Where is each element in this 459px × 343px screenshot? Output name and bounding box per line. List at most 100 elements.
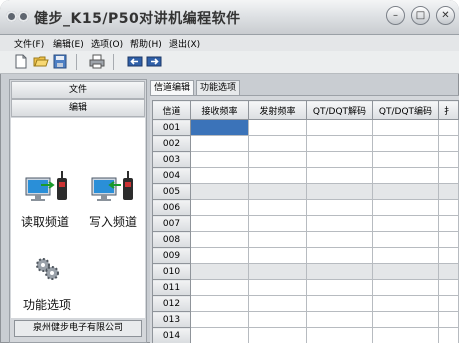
table-row[interactable]: 008 — [152, 231, 459, 248]
menu-edit[interactable]: 编辑(E) — [53, 37, 84, 50]
new-file-icon[interactable] — [13, 54, 29, 69]
grid-cell[interactable] — [372, 279, 439, 296]
open-folder-icon[interactable] — [33, 54, 49, 69]
grid-cell[interactable] — [306, 327, 373, 343]
grid-cell[interactable] — [438, 167, 459, 184]
title-bar[interactable]: 健步_K15/P50对讲机编程软件 – □ ✕ — [0, 0, 459, 35]
grid-cell[interactable] — [190, 279, 249, 296]
grid-cell[interactable] — [306, 151, 373, 168]
column-header[interactable]: 发射频率 — [248, 100, 307, 120]
channel-number[interactable]: 009 — [152, 247, 191, 264]
grid-cell[interactable] — [248, 295, 307, 312]
grid-cell[interactable] — [372, 327, 439, 343]
grid-cell[interactable] — [248, 119, 307, 136]
grid-cell[interactable] — [248, 167, 307, 184]
grid-cell[interactable] — [248, 327, 307, 343]
menu-options[interactable]: 选项(O) — [91, 37, 123, 50]
grid-cell[interactable] — [438, 119, 459, 136]
channel-number[interactable]: 001 — [152, 119, 191, 136]
table-row[interactable]: 011 — [152, 279, 459, 296]
menu-help[interactable]: 帮助(H) — [130, 37, 162, 50]
grid-cell[interactable] — [372, 231, 439, 248]
grid-cell[interactable] — [438, 279, 459, 296]
file-section-header[interactable]: 文件 — [11, 81, 145, 99]
grid-cell[interactable] — [438, 327, 459, 343]
channel-grid[interactable]: 信道 接收频率 发射频率 QT/DQT解码 QT/DQT编码扌 001 002 003 004… — [152, 100, 459, 343]
grid-cell[interactable] — [372, 119, 439, 136]
grid-cell[interactable] — [248, 311, 307, 328]
channel-number[interactable]: 002 — [152, 135, 191, 152]
grid-cell[interactable] — [190, 311, 249, 328]
grid-cell[interactable] — [306, 295, 373, 312]
grid-cell[interactable] — [306, 119, 373, 136]
print-icon[interactable] — [89, 54, 105, 69]
table-row[interactable]: 009 — [152, 247, 459, 264]
table-row[interactable]: 012 — [152, 295, 459, 312]
channel-number[interactable]: 013 — [152, 311, 191, 328]
grid-cell[interactable] — [248, 231, 307, 248]
grid-cell[interactable] — [190, 263, 249, 280]
channel-number[interactable]: 010 — [152, 263, 191, 280]
grid-cell[interactable] — [190, 295, 249, 312]
table-row[interactable]: 010 — [152, 263, 459, 280]
grid-cell[interactable] — [372, 183, 439, 200]
save-icon[interactable] — [52, 54, 68, 69]
channel-number[interactable]: 007 — [152, 215, 191, 232]
column-header[interactable]: 信道 — [152, 100, 191, 120]
grid-cell[interactable] — [438, 199, 459, 216]
channel-number[interactable]: 012 — [152, 295, 191, 312]
grid-cell[interactable] — [248, 279, 307, 296]
grid-cell[interactable] — [190, 119, 249, 136]
table-row[interactable]: 004 — [152, 167, 459, 184]
grid-cell[interactable] — [372, 295, 439, 312]
grid-cell[interactable] — [372, 135, 439, 152]
grid-cell[interactable] — [248, 247, 307, 264]
grid-cell[interactable] — [372, 167, 439, 184]
table-row[interactable]: 006 — [152, 199, 459, 216]
column-header[interactable]: 扌 — [438, 100, 459, 120]
grid-cell[interactable] — [190, 231, 249, 248]
minimize-button[interactable]: – — [386, 6, 405, 25]
grid-cell[interactable] — [190, 247, 249, 264]
table-row[interactable]: 003 — [152, 151, 459, 168]
grid-cell[interactable] — [248, 151, 307, 168]
menu-exit[interactable]: 退出(X) — [169, 37, 200, 50]
grid-cell[interactable] — [248, 199, 307, 216]
grid-cell[interactable] — [248, 215, 307, 232]
grid-cell[interactable] — [306, 231, 373, 248]
grid-cell[interactable] — [190, 135, 249, 152]
grid-cell[interactable] — [438, 135, 459, 152]
table-row[interactable]: 005 — [152, 183, 459, 200]
grid-cell[interactable] — [306, 199, 373, 216]
table-row[interactable]: 002 — [152, 135, 459, 152]
window-menu-icon[interactable] — [6, 11, 17, 22]
grid-cell[interactable] — [190, 183, 249, 200]
grid-cell[interactable] — [248, 263, 307, 280]
close-button[interactable]: ✕ — [436, 6, 455, 25]
grid-cell[interactable] — [438, 215, 459, 232]
grid-cell[interactable] — [438, 295, 459, 312]
grid-cell[interactable] — [190, 151, 249, 168]
table-row[interactable]: 013 — [152, 311, 459, 328]
grid-cell[interactable] — [372, 263, 439, 280]
tab-function-options[interactable]: 功能选项 — [196, 80, 241, 95]
read-channels-button[interactable]: 读取频道 — [13, 170, 77, 230]
grid-cell[interactable] — [248, 135, 307, 152]
grid-cell[interactable] — [248, 183, 307, 200]
read-from-radio-icon[interactable] — [127, 54, 143, 69]
grid-cell[interactable] — [438, 311, 459, 328]
grid-cell[interactable] — [306, 263, 373, 280]
channel-number[interactable]: 014 — [152, 327, 191, 343]
edit-section-header[interactable]: 编辑 — [11, 99, 145, 117]
grid-cell[interactable] — [372, 247, 439, 264]
grid-cell[interactable] — [372, 215, 439, 232]
grid-cell[interactable] — [306, 215, 373, 232]
grid-cell[interactable] — [190, 215, 249, 232]
grid-cell[interactable] — [372, 311, 439, 328]
grid-cell[interactable] — [438, 263, 459, 280]
channel-number[interactable]: 003 — [152, 151, 191, 168]
channel-number[interactable]: 005 — [152, 183, 191, 200]
grid-cell[interactable] — [438, 183, 459, 200]
window-pin-icon[interactable] — [18, 11, 29, 22]
channel-number[interactable]: 006 — [152, 199, 191, 216]
